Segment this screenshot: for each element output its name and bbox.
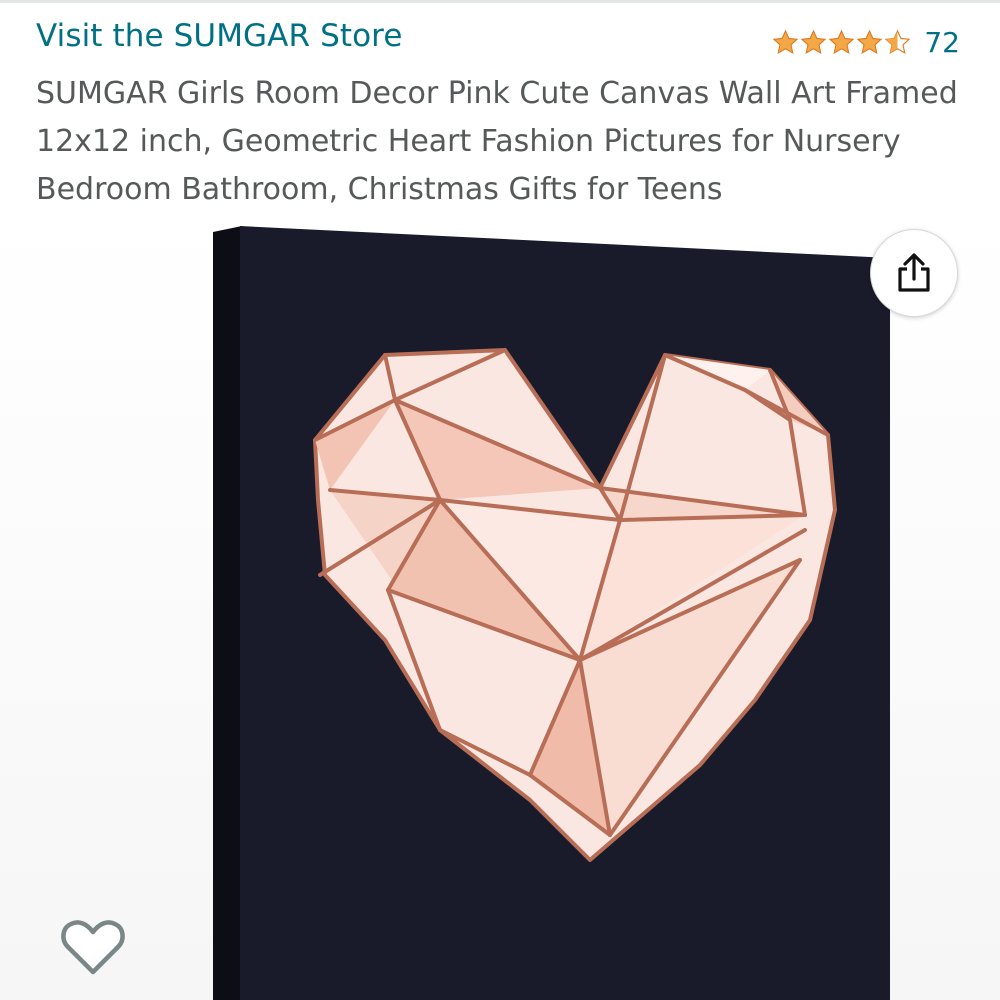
add-to-wishlist-button[interactable] [55,910,131,986]
heart-outline-icon [61,920,125,975]
star-icon [829,29,855,54]
product-page: Visit the SUMGAR Store 72 SUMGAR Girls R… [0,0,1000,1000]
product-image[interactable] [0,215,1000,1000]
share-button[interactable] [870,229,958,317]
star-icon [801,29,827,54]
product-rating[interactable]: 72 [772,22,960,62]
product-title: SUMGAR Girls Room Decor Pink Cute Canvas… [36,76,958,207]
share-icon [898,253,930,292]
rating-count[interactable]: 72 [924,26,960,59]
divider [0,0,1000,3]
visit-store-link[interactable]: Visit the SUMGAR Store [36,18,403,54]
canvas-side [213,226,242,1000]
star-icon [857,29,883,54]
star-rating [772,29,912,56]
star-icon [773,29,799,54]
half-star-icon [885,29,911,54]
